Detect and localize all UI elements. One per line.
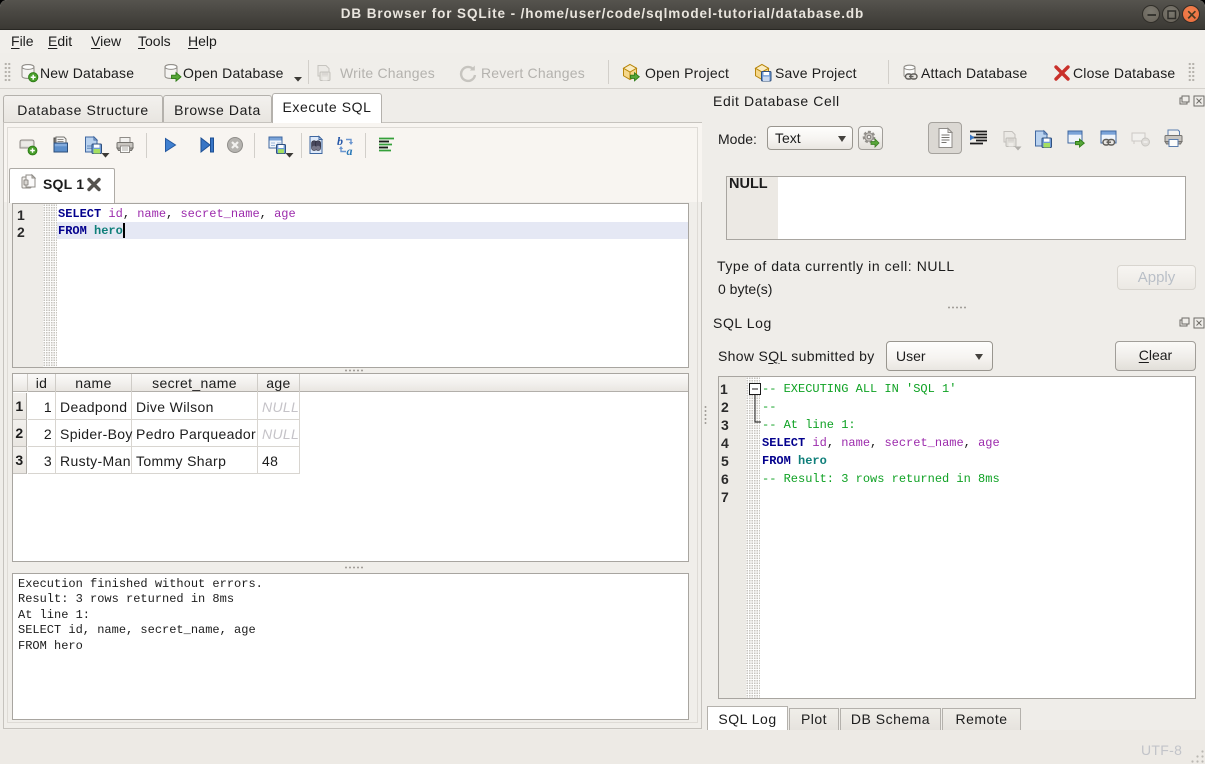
- svg-text:b: b: [337, 135, 343, 148]
- svg-text:a: a: [347, 144, 353, 156]
